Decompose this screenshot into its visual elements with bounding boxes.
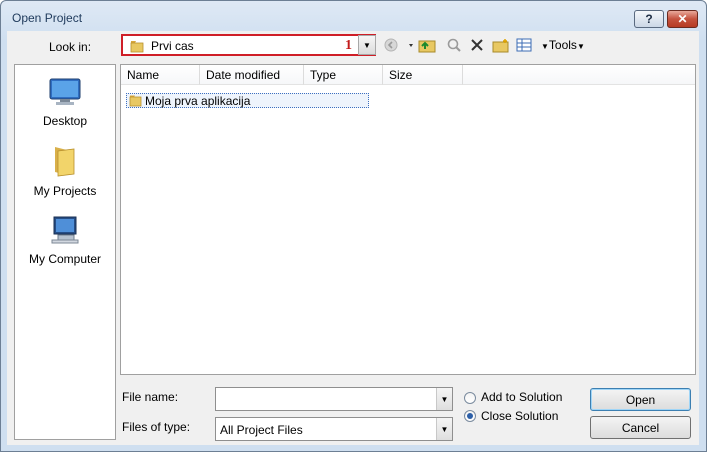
- place-my-computer[interactable]: My Computer: [15, 215, 115, 266]
- title-bar[interactable]: Open Project ? ✕: [1, 1, 706, 31]
- look-in-value: Prvi cas: [151, 39, 194, 53]
- place-label: My Projects: [33, 184, 97, 198]
- dialog-title: Open Project: [12, 11, 83, 25]
- file-type-dropdown-arrow[interactable]: ▼: [436, 418, 452, 440]
- desktop-icon: [48, 78, 82, 110]
- file-name-label: File name:: [122, 390, 179, 404]
- column-header-size[interactable]: Size: [383, 65, 463, 85]
- places-bar: Desktop My Projects My Computer: [14, 64, 116, 440]
- close-solution-radio[interactable]: [464, 410, 476, 422]
- annotation-number: 1: [345, 38, 352, 53]
- list-item[interactable]: Moja prva aplikacija: [126, 93, 369, 108]
- tools-menu[interactable]: ▼Tools▼: [541, 38, 585, 52]
- search-web-icon[interactable]: [445, 36, 463, 54]
- place-label: My Computer: [28, 252, 102, 266]
- place-label: Desktop: [42, 114, 88, 128]
- delete-icon[interactable]: [468, 36, 486, 54]
- file-list[interactable]: Name Date modified Type Size Moja prva a…: [120, 64, 696, 375]
- new-folder-icon[interactable]: [491, 36, 511, 54]
- file-name-combo[interactable]: ▼: [215, 387, 453, 411]
- folder-icon: [130, 40, 144, 56]
- add-to-solution-radio[interactable]: [464, 392, 476, 404]
- cancel-button[interactable]: Cancel: [590, 416, 691, 439]
- folder-icon: [50, 147, 80, 180]
- look-in-combo[interactable]: Prvi cas 1: [121, 34, 376, 56]
- back-icon[interactable]: [382, 36, 400, 54]
- place-desktop[interactable]: Desktop: [15, 77, 115, 128]
- item-label: Moja prva aplikacija: [145, 94, 251, 108]
- column-header-date-modified[interactable]: Date modified: [200, 65, 304, 85]
- up-folder-icon[interactable]: [406, 36, 438, 54]
- help-button[interactable]: ?: [634, 10, 664, 28]
- close-solution-label[interactable]: Close Solution: [481, 409, 558, 423]
- computer-icon: [48, 216, 82, 248]
- open-project-dialog: Open Project ? ✕ Look in: Prvi cas 1 ▼ ▼…: [0, 0, 707, 452]
- views-icon[interactable]: [515, 36, 533, 54]
- dialog-body: Look in: Prvi cas 1 ▼ ▼Tools▼ Desktop My…: [7, 31, 699, 445]
- column-header-filler: [463, 65, 695, 85]
- file-name-dropdown-arrow[interactable]: ▼: [436, 388, 452, 410]
- look-in-dropdown-arrow[interactable]: ▼: [358, 35, 376, 55]
- open-button[interactable]: Open: [590, 388, 691, 411]
- dropdown-arrow-icon: ▼: [541, 42, 549, 51]
- close-button[interactable]: ✕: [667, 10, 698, 28]
- column-header-type[interactable]: Type: [304, 65, 383, 85]
- file-type-combo[interactable]: All Project Files ▼: [215, 417, 453, 441]
- tools-label: Tools: [548, 38, 577, 52]
- file-type-value: All Project Files: [220, 423, 303, 437]
- place-my-projects[interactable]: My Projects: [15, 145, 115, 198]
- add-to-solution-label[interactable]: Add to Solution: [481, 390, 562, 404]
- column-header-name[interactable]: Name: [121, 65, 200, 85]
- look-in-label: Look in:: [49, 40, 92, 54]
- file-type-label: Files of type:: [122, 420, 191, 434]
- folder-icon: [129, 95, 142, 110]
- dropdown-arrow-icon: ▼: [576, 42, 585, 51]
